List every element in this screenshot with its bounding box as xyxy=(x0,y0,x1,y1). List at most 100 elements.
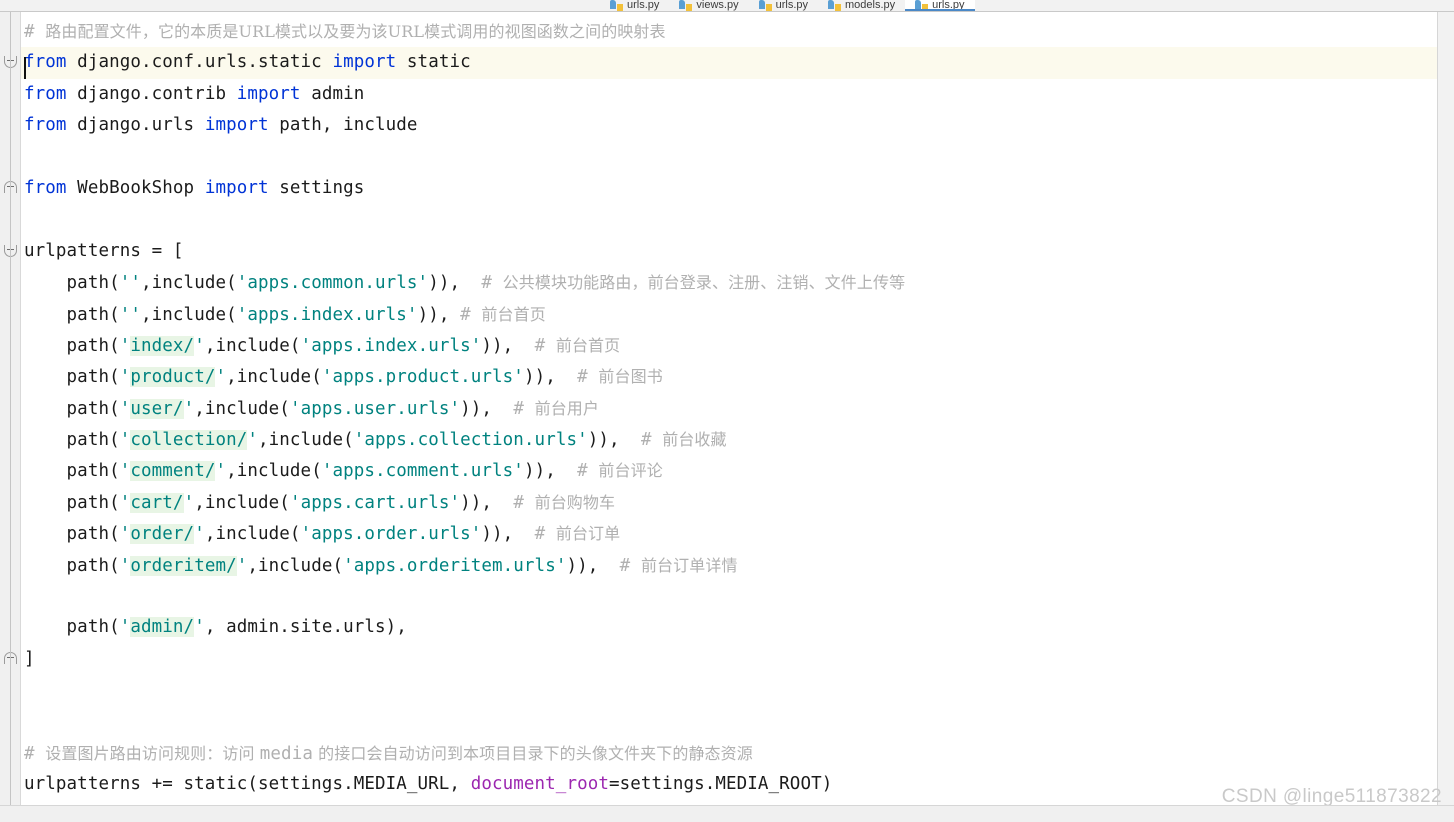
code-token: WebBookShop xyxy=(66,177,205,198)
code-line-text: from WebBookShop import settings xyxy=(21,173,364,204)
code-line[interactable]: path('index/',include('apps.index.urls')… xyxy=(21,330,1437,361)
code-line[interactable]: # 设置图片路由访问规则：访问 media 的接口会自动访问到本项目目录下的头像… xyxy=(21,738,1437,770)
code-token: ,include( xyxy=(247,555,344,576)
code-line[interactable]: path('admin/', admin.site.urls), xyxy=(21,612,1437,643)
code-token: )), xyxy=(587,430,641,451)
code-token: path, include xyxy=(268,115,418,136)
code-token: ' xyxy=(119,492,131,513)
text-caret xyxy=(24,57,26,79)
code-token: ' xyxy=(194,335,205,356)
editor-tab-2[interactable]: urls.py xyxy=(749,0,818,11)
code-line[interactable] xyxy=(21,675,1437,706)
code-token: 前台订单详情 xyxy=(640,555,738,575)
code-token: admin xyxy=(300,83,365,104)
code-token: # xyxy=(481,273,503,294)
code-token: settings xyxy=(268,177,365,198)
code-line[interactable]: path('',include('apps.index.urls')), # 前… xyxy=(21,299,1437,330)
code-token: path( xyxy=(24,335,120,356)
code-line[interactable]: from django.conf.urls.static import stat… xyxy=(21,47,1437,79)
code-line[interactable] xyxy=(21,204,1437,235)
editor-tab-bar[interactable]: urls.py views.py urls.py models.py urls.py xyxy=(0,0,1454,12)
code-token: )), xyxy=(481,335,535,356)
code-line[interactable]: from django.contrib import admin xyxy=(21,79,1437,110)
code-token: 'apps.index.urls' xyxy=(300,335,482,356)
code-token: orderitem/ xyxy=(130,555,237,576)
code-token: 前台用户 xyxy=(534,398,599,418)
code-token: 'apps.common.urls' xyxy=(236,273,429,294)
code-token: ' xyxy=(119,398,131,419)
code-token: # xyxy=(24,22,46,42)
code-token: ] xyxy=(24,648,35,669)
code-token: from xyxy=(24,83,67,104)
code-line-text: from django.conf.urls.static import stat… xyxy=(21,47,471,78)
code-token: )), xyxy=(428,273,482,294)
code-token: document_root xyxy=(470,774,609,795)
editor-tab-0[interactable]: urls.py xyxy=(600,0,669,11)
code-token: path( xyxy=(24,367,120,388)
python-file-icon xyxy=(828,0,841,11)
code-token: ,include( xyxy=(194,492,290,513)
editor-tab-1[interactable]: views.py xyxy=(669,0,748,11)
code-line-text: # 路由配置文件，它的本质是URL模式以及要为该URL模式调用的视图函数之间的映… xyxy=(21,16,666,48)
code-token: # xyxy=(534,524,556,545)
editor-tab-label: urls.py xyxy=(627,0,660,11)
code-line[interactable]: path('cart/',include('apps.cart.urls')),… xyxy=(21,487,1437,519)
editor-gutter[interactable] xyxy=(0,12,20,805)
code-token: 前台图书 xyxy=(598,367,663,387)
code-line[interactable] xyxy=(21,581,1437,612)
code-line[interactable]: from django.urls import path, include xyxy=(21,110,1437,141)
code-token: urlpatterns = [ xyxy=(24,240,184,261)
code-token: ,include( xyxy=(141,304,237,325)
code-token: 前台首页 xyxy=(555,335,621,355)
code-token: admin/ xyxy=(130,617,195,638)
code-token: ' xyxy=(194,524,205,545)
code-editor[interactable]: # 路由配置文件，它的本质是URL模式以及要为该URL模式调用的视图函数之间的映… xyxy=(0,12,1438,805)
code-token: ,include( xyxy=(204,524,301,545)
code-token: # xyxy=(460,304,482,325)
code-line[interactable] xyxy=(21,142,1437,173)
code-line-text: path('cart/',include('apps.cart.urls')),… xyxy=(21,487,615,519)
code-token: ,include( xyxy=(226,461,322,482)
editor-tab-label: models.py xyxy=(845,0,896,11)
code-line-text: path('collection/',include('apps.collect… xyxy=(21,424,727,456)
code-line[interactable]: # 路由配置文件，它的本质是URL模式以及要为该URL模式调用的视图函数之间的映… xyxy=(21,16,1437,48)
code-token: ' xyxy=(119,367,131,388)
code-surface[interactable]: # 路由配置文件，它的本质是URL模式以及要为该URL模式调用的视图函数之间的映… xyxy=(21,12,1437,805)
code-line-text: # 设置图片路由访问规则：访问 media 的接口会自动访问到本项目目录下的头像… xyxy=(21,738,753,770)
python-file-icon xyxy=(758,0,772,11)
code-line[interactable]: path('product/',include('apps.product.ur… xyxy=(21,361,1437,392)
code-token: ' xyxy=(119,524,131,545)
code-line[interactable]: path('collection/',include('apps.collect… xyxy=(21,424,1437,456)
editor-tab-4[interactable]: urls.py xyxy=(905,0,975,11)
code-token: import xyxy=(236,83,301,104)
code-token: # xyxy=(640,430,663,451)
code-token: path( xyxy=(24,430,120,451)
code-token: 'apps.order.urls' xyxy=(300,524,482,545)
code-token: )), xyxy=(417,304,461,325)
code-token: user/ xyxy=(130,398,184,419)
code-token: )), xyxy=(523,461,578,482)
code-token: ' xyxy=(119,335,131,356)
editor-tab-3[interactable]: models.py xyxy=(818,0,905,11)
code-line[interactable]: path('comment/',include('apps.comment.ur… xyxy=(21,455,1437,486)
code-line[interactable]: path('order/',include('apps.order.urls')… xyxy=(21,518,1437,549)
code-line[interactable]: path('orderitem/',include('apps.orderite… xyxy=(21,550,1437,581)
code-token: django.urls xyxy=(66,115,205,136)
code-token: path( xyxy=(24,304,120,325)
code-line[interactable] xyxy=(21,707,1437,738)
code-line[interactable]: path('user/',include('apps.user.urls')),… xyxy=(21,393,1437,424)
code-token: )), xyxy=(460,398,514,419)
code-token: path( xyxy=(24,524,120,545)
python-file-icon xyxy=(610,0,623,11)
code-line[interactable]: urlpatterns = [ xyxy=(21,236,1437,267)
code-token: path( xyxy=(24,617,120,638)
code-line[interactable]: path('',include('apps.common.urls')), # … xyxy=(21,267,1437,298)
code-token: django.conf.urls.static xyxy=(66,52,333,73)
code-token: ' xyxy=(183,492,195,513)
code-line[interactable]: ] xyxy=(21,644,1437,675)
code-token: 前台收藏 xyxy=(662,430,727,450)
code-token: ,include( xyxy=(141,273,237,294)
code-line[interactable]: from WebBookShop import settings xyxy=(21,173,1437,204)
